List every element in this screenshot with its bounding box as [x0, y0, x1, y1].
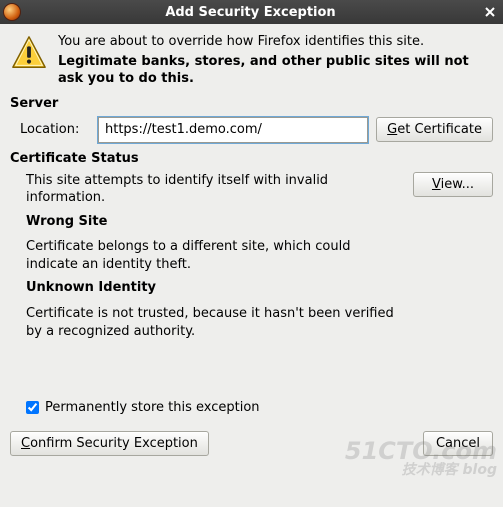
location-label: Location:: [20, 122, 90, 137]
server-heading: Server: [10, 96, 493, 111]
warning-line1: You are about to override how Firefox id…: [58, 34, 493, 51]
dialog-footer: Confirm Security Exception Cancel: [0, 427, 503, 466]
warning-text: You are about to override how Firefox id…: [58, 34, 493, 88]
permanent-store-row: Permanently store this exception: [26, 400, 493, 415]
wrong-site-heading: Wrong Site: [26, 213, 403, 231]
permanent-store-checkbox[interactable]: [26, 401, 39, 414]
firefox-icon: [3, 3, 21, 21]
permanent-store-label[interactable]: Permanently store this exception: [45, 400, 260, 415]
unknown-identity-heading: Unknown Identity: [26, 279, 403, 297]
confirm-security-exception-button[interactable]: Confirm Security Exception: [10, 431, 209, 456]
cert-status-text: This site attempts to identify itself wi…: [10, 172, 403, 346]
view-button[interactable]: View...: [413, 172, 493, 197]
close-icon: [485, 7, 495, 17]
cert-status-heading: Certificate Status: [10, 151, 493, 166]
wrong-site-desc: Certificate belongs to a different site,…: [26, 238, 403, 273]
window-title: Add Security Exception: [21, 5, 480, 20]
unknown-identity-desc: Certificate is not trusted, because it h…: [26, 305, 403, 340]
get-certificate-button[interactable]: Get Certificate: [376, 117, 493, 142]
close-button[interactable]: [480, 2, 500, 22]
cancel-button[interactable]: Cancel: [423, 431, 493, 456]
warning-line2: Legitimate banks, stores, and other publ…: [58, 54, 493, 88]
warning-row: You are about to override how Firefox id…: [10, 34, 493, 88]
location-row: Location: Get Certificate: [20, 117, 493, 143]
location-input[interactable]: [98, 117, 368, 143]
cert-intro: This site attempts to identify itself wi…: [26, 172, 403, 207]
spacer: [10, 346, 493, 394]
warning-icon: [10, 34, 48, 88]
titlebar: Add Security Exception: [0, 0, 503, 24]
